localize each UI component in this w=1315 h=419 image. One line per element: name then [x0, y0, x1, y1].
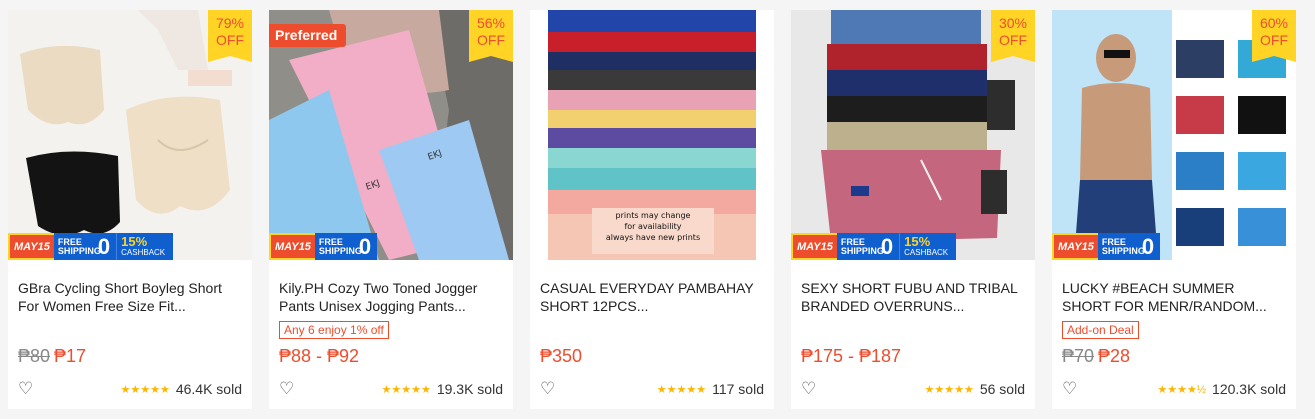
sold-count: 120.3K sold	[1212, 381, 1286, 397]
promo-strip: MAY15 FREE SHIPPING 0 15% CASHBACK	[791, 233, 957, 260]
heart-icon[interactable]: ♡	[540, 380, 555, 398]
star-rating-icon: ★★★★★	[656, 383, 707, 396]
card-footer: ♡ ★★★★★ 117 sold	[540, 380, 764, 398]
sale-price: ₱28	[1098, 346, 1131, 366]
product-card[interactable]: 79% OFF MAY15 FREE SHIPPING 0 15% CASHBA…	[8, 10, 252, 409]
product-name[interactable]: SEXY SHORT FUBU AND TRIBAL BRANDED OVERR…	[801, 279, 1025, 315]
card-footer: ♡ ★★★★½ 120.3K sold	[1062, 380, 1286, 398]
discount-badge: 79% OFF	[208, 10, 252, 62]
may15-badge: MAY15	[791, 233, 837, 260]
product-price: ₱350	[540, 346, 582, 367]
star-rating-icon: ★★★★½	[1157, 383, 1207, 396]
card-footer: ♡ ★★★★★ 19.3K sold	[279, 380, 503, 398]
image-caption-line: for availability	[624, 222, 681, 231]
image-caption-line: always have new prints	[606, 233, 700, 242]
free-shipping-badge: FREE SHIPPING 0	[1097, 233, 1161, 260]
preferred-badge: Preferred	[269, 24, 347, 47]
product-grid: 79% OFF MAY15 FREE SHIPPING 0 15% CASHBA…	[0, 0, 1315, 419]
product-name[interactable]: GBra Cycling Short Boyleg Short For Wome…	[18, 279, 242, 315]
product-image[interactable]: 30% OFF MAY15 FREE SHIPPING 0 15% CASHBA…	[791, 10, 1035, 260]
sold-count: 117 sold	[712, 381, 764, 397]
promo-strip: MAY15 FREE SHIPPING 0 15% CASHBACK	[8, 233, 174, 260]
original-price: ₱80	[18, 346, 51, 366]
sold-count: 19.3K sold	[436, 381, 503, 397]
sold-count: 46.4K sold	[175, 381, 242, 397]
discount-badge: 30% OFF	[991, 10, 1035, 62]
rating: ★★★★★ 19.3K sold	[382, 381, 503, 397]
product-image[interactable]: 60% OFF MAY15 FREE SHIPPING 0	[1052, 10, 1296, 260]
promo-strip: MAY15 FREE SHIPPING 0	[1052, 233, 1161, 260]
product-price: ₱175 - ₱187	[801, 346, 901, 367]
cashback-badge: 15% CASHBACK	[116, 233, 174, 260]
product-price: ₱70 ₱28	[1062, 346, 1130, 367]
card-footer: ♡ ★★★★★ 46.4K sold	[18, 380, 242, 398]
star-rating-icon: ★★★★★	[381, 383, 431, 396]
sale-price: ₱350	[540, 346, 583, 366]
promo-tag: Any 6 enjoy 1% off	[279, 321, 389, 339]
product-card[interactable]: 30% OFF MAY15 FREE SHIPPING 0 15% CASHBA…	[791, 10, 1035, 409]
original-price: ₱70	[1062, 346, 1095, 366]
product-image[interactable]: prints may change for availability alway…	[530, 10, 774, 260]
heart-icon[interactable]: ♡	[1062, 380, 1077, 398]
product-price: ₱88 - ₱92	[279, 346, 359, 367]
rating: ★★★★★ 56 sold	[925, 381, 1025, 397]
product-card[interactable]: EKJ EKJ Preferred 56% OFF MAY15 FREE SHI…	[269, 10, 513, 409]
free-shipping-badge: FREE SHIPPING 0	[53, 233, 117, 260]
rating: ★★★★½ 120.3K sold	[1157, 381, 1286, 397]
may15-badge: MAY15	[1052, 233, 1098, 260]
discount-badge: 60% OFF	[1252, 10, 1296, 62]
rating: ★★★★★ 117 sold	[657, 381, 764, 397]
product-name[interactable]: LUCKY #BEACH SUMMER SHORT FOR MENR/RANDO…	[1062, 279, 1286, 315]
star-rating-icon: ★★★★★	[120, 383, 170, 396]
product-image[interactable]: 79% OFF MAY15 FREE SHIPPING 0 15% CASHBA…	[8, 10, 252, 260]
cashback-badge: 15% CASHBACK	[899, 233, 957, 260]
may15-badge: MAY15	[269, 233, 315, 260]
product-price: ₱80 ₱17	[18, 346, 86, 367]
rating: ★★★★★ 46.4K sold	[121, 381, 242, 397]
may15-badge: MAY15	[8, 233, 54, 260]
heart-icon[interactable]: ♡	[279, 380, 294, 398]
card-footer: ♡ ★★★★★ 56 sold	[801, 380, 1025, 398]
promo-strip: MAY15 FREE SHIPPING 0	[269, 233, 378, 260]
discount-badge: 56% OFF	[469, 10, 513, 62]
sale-price: ₱88 - ₱92	[279, 346, 360, 366]
free-shipping-badge: FREE SHIPPING 0	[836, 233, 900, 260]
star-rating-icon: ★★★★★	[924, 383, 974, 396]
product-photo: prints may change for availability alway…	[530, 10, 774, 260]
product-name[interactable]: CASUAL EVERYDAY PAMBAHAY SHORT 12PCS...	[540, 279, 764, 315]
product-card[interactable]: 60% OFF MAY15 FREE SHIPPING 0 LUCKY #BEA…	[1052, 10, 1296, 409]
heart-icon[interactable]: ♡	[801, 380, 816, 398]
product-image[interactable]: EKJ EKJ Preferred 56% OFF MAY15 FREE SHI…	[269, 10, 513, 260]
free-shipping-badge: FREE SHIPPING 0	[314, 233, 378, 260]
promo-tag: Add-on Deal	[1062, 321, 1139, 339]
sold-count: 56 sold	[979, 381, 1025, 397]
product-name[interactable]: Kily.PH Cozy Two Toned Jogger Pants Unis…	[279, 279, 503, 315]
product-card[interactable]: prints may change for availability alway…	[530, 10, 774, 409]
heart-icon[interactable]: ♡	[18, 380, 33, 398]
sale-price: ₱175 - ₱187	[801, 346, 902, 366]
image-caption-line: prints may change	[616, 211, 691, 220]
sale-price: ₱17	[54, 346, 87, 366]
